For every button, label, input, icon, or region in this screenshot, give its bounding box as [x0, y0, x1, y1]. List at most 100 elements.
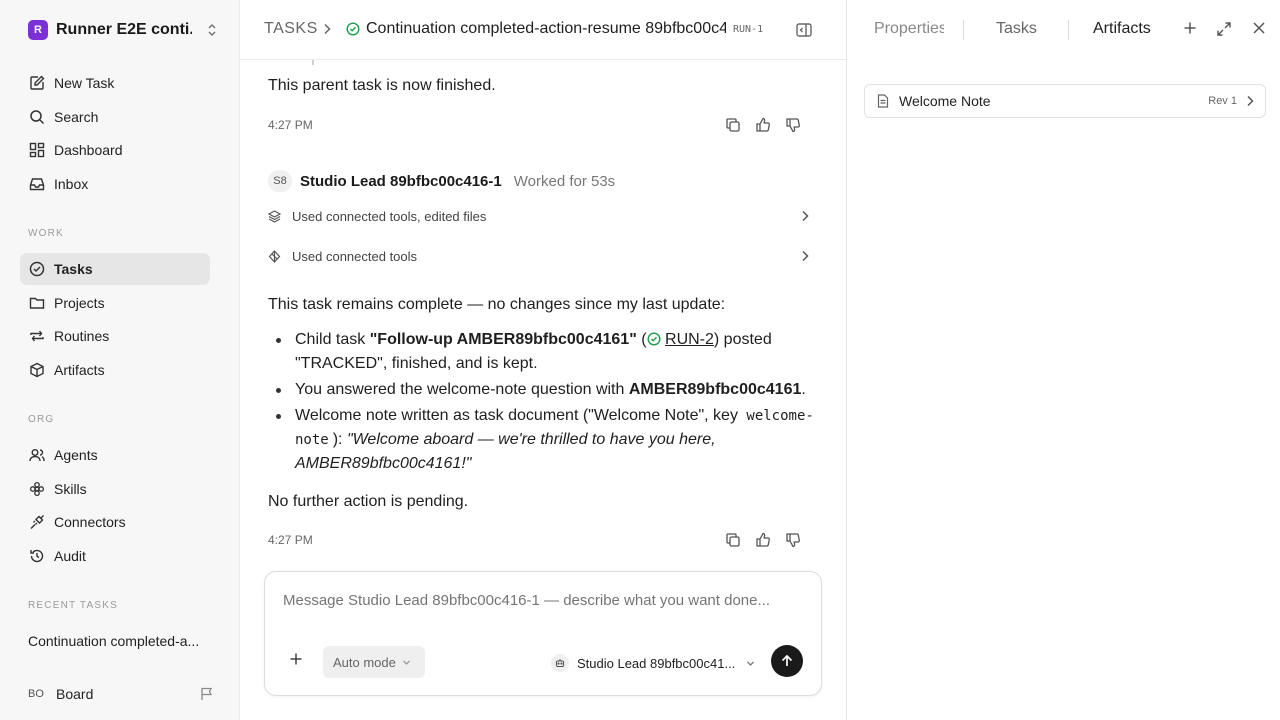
document-icon: [877, 94, 889, 108]
history-icon: [28, 547, 46, 565]
chevron-up-down-icon: [206, 23, 218, 37]
right-panel-tabs: Properties Tasks Artifacts: [847, 0, 1280, 60]
completed-check-icon: [346, 22, 360, 36]
plus-icon[interactable]: [1183, 21, 1197, 35]
agent-name[interactable]: Studio Lead 89bfbc00c416-1: [300, 173, 502, 190]
expand-icon[interactable]: [1216, 21, 1232, 37]
sidebar-item-label: Routines: [54, 328, 110, 344]
closing-text: No further action is pending.: [268, 493, 469, 510]
sidebar-item-new-task[interactable]: New Task: [20, 67, 210, 99]
thumbs-down-icon[interactable]: [784, 116, 802, 134]
message-actions: [724, 116, 802, 134]
right-panel: Properties Tasks Artifacts Welcome Note …: [846, 0, 1280, 720]
agent-header: S8 Studio Lead 89bfbc00c416-1 Worked for…: [268, 170, 615, 192]
tab-artifacts[interactable]: Artifacts: [1093, 20, 1151, 38]
chevron-right-icon: [800, 250, 810, 262]
message-timestamp: 4:27 PM: [268, 533, 313, 547]
sidebar-item-search[interactable]: Search: [20, 101, 210, 133]
list-item: Child task "Follow-up AMBER89bfbc00c4161…: [268, 328, 818, 376]
tool-usage-label: Used connected tools: [292, 248, 418, 264]
artifact-item[interactable]: Welcome Note Rev 1: [864, 84, 1266, 118]
sidebar-item-label: Artifacts: [54, 362, 105, 378]
check-circle-icon: [647, 332, 661, 346]
copy-icon[interactable]: [724, 116, 742, 134]
section-label-work: WORK: [28, 228, 64, 239]
plus-icon[interactable]: [289, 652, 303, 666]
run-link[interactable]: RUN-2: [665, 331, 714, 348]
mode-select[interactable]: Auto mode: [323, 646, 425, 678]
topbar: TASKS Continuation completed-action-resu…: [240, 0, 846, 60]
folder-icon: [28, 294, 46, 312]
thumbs-up-icon[interactable]: [754, 116, 772, 134]
summary-list: Child task "Follow-up AMBER89bfbc00c4161…: [268, 328, 818, 478]
sidebar-item-projects[interactable]: Projects: [20, 287, 210, 319]
bot-icon: [551, 654, 569, 672]
tool-usage-row[interactable]: Used connected tools: [268, 246, 810, 266]
tab-properties[interactable]: Properties: [874, 20, 944, 38]
sidebar-item-artifacts[interactable]: Artifacts: [20, 354, 210, 386]
section-label-org: ORG: [28, 414, 55, 425]
layers-icon: [268, 209, 281, 223]
agent-select[interactable]: Studio Lead 89bfbc00c41...: [551, 653, 755, 673]
inbox-icon: [28, 175, 46, 193]
message-actions: [724, 531, 802, 549]
chevron-down-icon: [746, 659, 755, 668]
tool-usage-row[interactable]: Used connected tools, edited files: [268, 206, 810, 226]
tab-divider: [1068, 20, 1069, 40]
toggle-panel-icon[interactable]: [795, 21, 813, 39]
artifact-revision: Rev 1: [1208, 95, 1237, 107]
run-id-badge: RUN-1: [733, 24, 764, 35]
sidebar-item-routines[interactable]: Routines: [20, 320, 210, 352]
sidebar-item-audit[interactable]: Audit: [20, 540, 210, 572]
sidebar-item-label: New Task: [54, 75, 115, 91]
plug-icon: [28, 513, 46, 531]
message-composer: Auto mode Studio Lead 89bfbc00c41...: [264, 571, 822, 696]
main-panel: TASKS Continuation completed-action-resu…: [240, 0, 846, 720]
user-name: Board: [56, 686, 94, 702]
message-text: This parent task is now finished.: [268, 77, 496, 94]
sidebar-item-connectors[interactable]: Connectors: [20, 506, 210, 538]
dashboard-icon: [28, 141, 46, 159]
sidebar-item-label: Skills: [54, 481, 87, 497]
chevron-right-icon: [322, 23, 332, 35]
workspace-name: Runner E2E conti...: [56, 21, 192, 38]
avatar: S8: [268, 170, 292, 192]
recent-task-item[interactable]: Continuation completed-a...: [28, 633, 199, 649]
artifact-name: Welcome Note: [899, 93, 991, 109]
message-timestamp: 4:27 PM: [268, 118, 313, 132]
thread-connector: [312, 60, 314, 65]
chevron-down-icon: [402, 658, 411, 667]
connector-icon: [268, 249, 281, 263]
tab-tasks[interactable]: Tasks: [996, 20, 1037, 38]
sidebar-item-label: Agents: [54, 447, 98, 463]
message-input[interactable]: [283, 592, 803, 609]
repeat-icon: [28, 327, 46, 345]
sidebar-item-skills[interactable]: Skills: [20, 473, 210, 505]
sidebar-item-label: Tasks: [54, 261, 93, 277]
workspace-switcher[interactable]: R Runner E2E conti...: [28, 18, 218, 42]
flower-icon: [28, 480, 46, 498]
sidebar-item-dashboard[interactable]: Dashboard: [20, 134, 210, 166]
send-button[interactable]: [771, 645, 803, 677]
chevron-right-icon: [800, 210, 810, 222]
thumbs-up-icon[interactable]: [754, 531, 772, 549]
sidebar-item-inbox[interactable]: Inbox: [20, 168, 210, 200]
list-item: Welcome note written as task document ("…: [268, 404, 818, 476]
sidebar-item-tasks[interactable]: Tasks: [20, 253, 210, 285]
cube-icon: [28, 361, 46, 379]
copy-icon[interactable]: [724, 531, 742, 549]
section-label-recent-tasks: RECENT TASKS: [28, 600, 118, 611]
breadcrumb-tasks[interactable]: TASKS: [264, 20, 318, 38]
user-menu[interactable]: BO Board: [28, 684, 214, 704]
thumbs-down-icon[interactable]: [784, 531, 802, 549]
sidebar-item-label: Connectors: [54, 514, 126, 530]
search-icon: [28, 108, 46, 126]
users-icon: [28, 446, 46, 464]
tab-divider: [963, 20, 964, 40]
sidebar-item-label: Projects: [54, 295, 105, 311]
arrow-up-icon: [780, 654, 794, 668]
sidebar-item-agents[interactable]: Agents: [20, 439, 210, 471]
close-icon[interactable]: [1252, 21, 1266, 35]
flag-icon[interactable]: [200, 687, 214, 701]
mode-label: Auto mode: [333, 654, 396, 670]
